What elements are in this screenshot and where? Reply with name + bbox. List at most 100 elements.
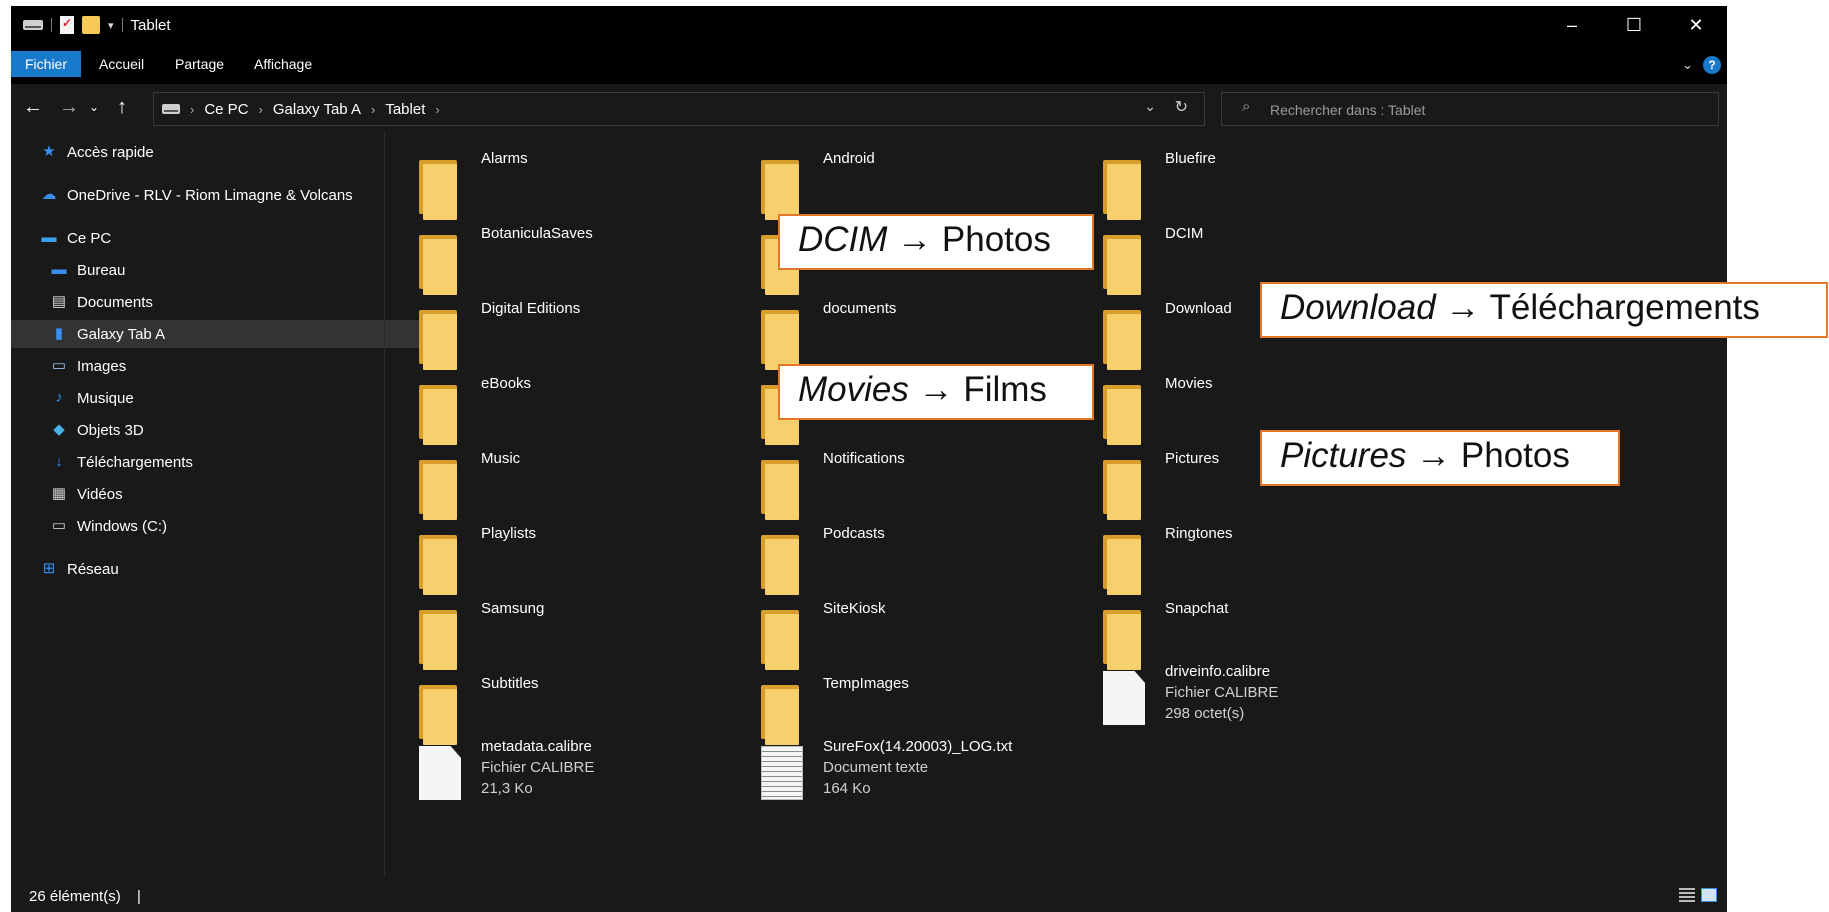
tab-partage[interactable]: Partage (165, 51, 234, 77)
folder-item[interactable]: documents (727, 296, 1057, 370)
chevron-right-icon[interactable]: › (259, 102, 263, 117)
sidebar-item-acces-rapide[interactable]: ★ Accès rapide (11, 138, 409, 166)
item-name: SureFox(14.20003)_LOG.txt (823, 738, 1013, 755)
help-icon[interactable]: ? (1703, 56, 1721, 74)
minimize-button[interactable]: – (1541, 6, 1603, 44)
sidebar-item-bureau[interactable]: ▬ Bureau (11, 256, 419, 284)
new-folder-icon[interactable] (82, 16, 100, 34)
folder-icon (1103, 235, 1141, 295)
folder-item[interactable]: BotaniculaSaves (385, 221, 715, 295)
folder-item[interactable]: Music (385, 446, 715, 520)
callout-term: Movies (798, 370, 909, 409)
folder-item[interactable]: Alarms (385, 146, 715, 220)
properties-icon[interactable] (60, 16, 74, 34)
folder-item[interactable]: Podcasts (727, 521, 1057, 595)
network-icon: ⊞ (42, 560, 56, 577)
search-input[interactable] (1268, 93, 1702, 127)
sidebar-item-galaxy-tab-a[interactable]: ▮ Galaxy Tab A (11, 320, 419, 348)
file-item[interactable]: metadata.calibre Fichier CALIBRE 21,3 Ko (385, 738, 715, 810)
close-button[interactable]: ✕ (1665, 6, 1727, 44)
sidebar-item-videos[interactable]: ▦ Vidéos (11, 480, 419, 508)
refresh-icon[interactable]: ↻ (1175, 97, 1188, 117)
ribbon-tabs: Fichier Accueil Partage Affichage ⌄ ? (11, 44, 1727, 84)
chevron-right-icon[interactable]: › (435, 102, 439, 117)
item-name: Music (481, 450, 521, 467)
folder-item[interactable]: Snapchat (1069, 596, 1399, 670)
chevron-right-icon[interactable]: › (190, 102, 194, 117)
folder-item[interactable]: Notifications (727, 446, 1057, 520)
recent-locations-chevron-icon[interactable]: ⌄ (89, 96, 99, 118)
breadcrumb-galaxy-tab-a[interactable]: Galaxy Tab A (273, 101, 361, 118)
sidebar-item-ce-pc[interactable]: ▬ Ce PC (11, 224, 409, 252)
folder-item[interactable]: Subtitles (385, 671, 715, 745)
customize-toolbar-dropdown-icon[interactable]: ▾ (108, 19, 114, 32)
folder-icon (1103, 460, 1141, 520)
callout-meaning: Photos (1460, 436, 1570, 475)
forward-arrow-icon[interactable]: → (59, 96, 79, 118)
folder-icon (419, 610, 457, 670)
address-bar[interactable]: › Ce PC › Galaxy Tab A › Tablet › ⌄ ↻ (153, 92, 1205, 126)
item-name: Notifications (823, 450, 905, 467)
folder-icon (419, 310, 457, 370)
computer-icon: ▬ (41, 229, 57, 246)
search-box[interactable]: ⌕ (1221, 92, 1719, 127)
folder-item[interactable]: Android (727, 146, 1057, 220)
sidebar-item-label: OneDrive - RLV - Riom Limagne & Volcans (67, 186, 353, 204)
file-item[interactable]: driveinfo.calibre Fichier CALIBRE 298 oc… (1069, 663, 1399, 735)
folder-item[interactable]: Playlists (385, 521, 715, 595)
item-name: SiteKiosk (823, 600, 886, 617)
arrow-icon: → (1416, 436, 1452, 475)
item-name: Snapchat (1165, 600, 1229, 617)
address-history-dropdown-icon[interactable]: ⌄ (1144, 98, 1156, 115)
large-icons-view-icon[interactable] (1701, 888, 1717, 902)
sidebar-item-objets-3d[interactable]: ◆ Objets 3D (11, 416, 419, 444)
music-icon: ♪ (55, 389, 63, 406)
folder-icon (761, 460, 799, 520)
sidebar-item-label: Accès rapide (67, 143, 154, 161)
folder-item[interactable]: TempImages (727, 671, 1057, 745)
file-icon (419, 746, 461, 800)
chevron-right-icon[interactable]: › (371, 102, 375, 117)
tab-affichage[interactable]: Affichage (244, 51, 322, 77)
sidebar-item-label: Galaxy Tab A (77, 325, 166, 343)
sidebar-item-label: Musique (77, 389, 134, 407)
item-size: 164 Ko (823, 780, 871, 797)
item-size: 21,3 Ko (481, 780, 533, 797)
sidebar-item-images[interactable]: ▭ Images (11, 352, 419, 380)
item-name: Bluefire (1165, 150, 1216, 167)
folder-item[interactable]: SiteKiosk (727, 596, 1057, 670)
sidebar-item-musique[interactable]: ♪ Musique (11, 384, 419, 412)
file-item[interactable]: SureFox(14.20003)_LOG.txt Document texte… (727, 738, 1057, 810)
window-controls: – ☐ ✕ (1541, 6, 1727, 44)
text-file-icon (761, 746, 803, 800)
item-name: driveinfo.calibre (1165, 663, 1271, 680)
folder-item[interactable]: eBooks (385, 371, 715, 445)
breadcrumb-ce-pc[interactable]: Ce PC (204, 101, 248, 118)
tab-fichier[interactable]: Fichier (11, 51, 82, 77)
item-name: Samsung (481, 600, 545, 617)
item-name: Movies (1165, 375, 1213, 392)
title-bar: ▾ Tablet – ☐ ✕ (11, 6, 1727, 44)
details-view-icon[interactable] (1679, 888, 1695, 902)
file-icon (1103, 671, 1145, 725)
folder-item[interactable]: Samsung (385, 596, 715, 670)
sidebar-item-label: Images (77, 357, 127, 375)
sidebar-item-windows-c[interactable]: ▭ Windows (C:) (11, 512, 419, 540)
sidebar-item-telechargements[interactable]: ↓ Téléchargements (11, 448, 419, 476)
folder-item[interactable]: Ringtones (1069, 521, 1399, 595)
back-arrow-icon[interactable]: ← (23, 96, 43, 118)
folder-item[interactable]: Digital Editions (385, 296, 715, 370)
maximize-button[interactable]: ☐ (1603, 6, 1665, 44)
sidebar-item-documents[interactable]: ▤ Documents (11, 288, 419, 316)
up-arrow-icon[interactable]: ↑ (117, 96, 127, 118)
folder-item[interactable]: DCIM (1069, 221, 1399, 295)
callout-term: Pictures (1280, 436, 1407, 475)
tab-accueil[interactable]: Accueil (89, 51, 154, 77)
window-title: Tablet (130, 16, 171, 34)
expand-ribbon-icon[interactable]: ⌄ (1682, 57, 1693, 73)
quick-access-toolbar: ▾ Tablet (23, 15, 171, 35)
sidebar-item-reseau[interactable]: ⊞ Réseau (11, 555, 409, 583)
sidebar-item-onedrive[interactable]: ☁ OneDrive - RLV - Riom Limagne & Volcan… (11, 181, 409, 209)
folder-item[interactable]: Bluefire (1069, 146, 1399, 220)
breadcrumb-tablet[interactable]: Tablet (385, 101, 425, 118)
